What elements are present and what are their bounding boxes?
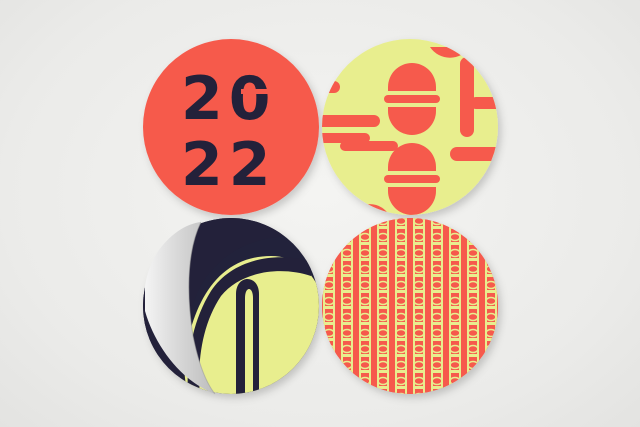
chain-pattern-shapes: [322, 218, 498, 394]
s-pattern-sticker: [320, 37, 500, 217]
peeled-arch-sticker: [141, 216, 321, 396]
sticker-mockup-scene: 20 22: [0, 0, 640, 427]
year-sticker: 20 22: [141, 37, 321, 217]
peeled-arch-sticker-graphic: [143, 218, 319, 395]
chain-pattern-sticker-graphic: [322, 218, 498, 394]
s-pattern-sticker-graphic: [322, 39, 498, 215]
year-top-digits: 20: [181, 64, 277, 134]
chain-pattern-sticker: [320, 216, 500, 396]
year-bottom-digits: 22: [181, 130, 277, 200]
year-digit-cut: [241, 89, 271, 94]
year-sticker-graphic: 20 22: [143, 39, 319, 215]
